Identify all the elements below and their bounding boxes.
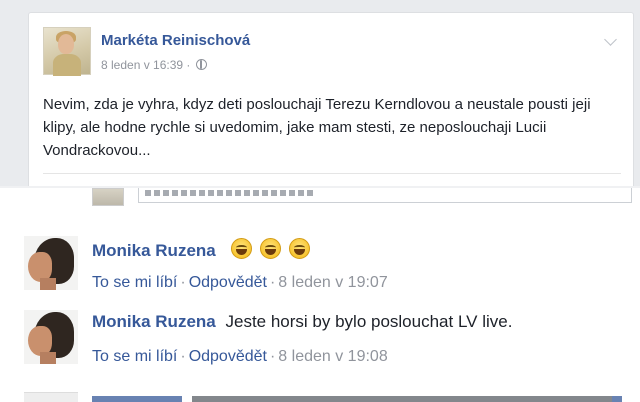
post-text: Nevim, zda je vyhra, kdyz deti posloucha… — [43, 96, 591, 159]
comment-author-name[interactable]: Monika Ruzena — [92, 312, 216, 331]
like-link[interactable]: To se mi líbí — [92, 348, 177, 365]
post-divider — [43, 173, 621, 174]
action-separator: · — [269, 348, 276, 365]
post-screenshot: Markéta Reinischová 8 leden v 16:39 · Ne… — [0, 0, 640, 186]
comment-body: Monika Ruzena — [92, 238, 313, 264]
like-link[interactable]: To se mi líbí — [92, 274, 177, 291]
avatar-neck — [40, 352, 56, 364]
comment-body: Monika Ruzena Jeste horsi by bylo poslou… — [92, 312, 512, 332]
action-separator: · — [180, 348, 186, 365]
avatar-face — [58, 34, 74, 54]
comment-author-name[interactable]: Monika Ruzena — [92, 241, 216, 260]
comment-actions: To se mi líbí · Odpovědět · 8 leden v 19:08 — [92, 348, 388, 366]
globe-icon[interactable] — [195, 59, 207, 70]
comment-actions: To se mi líbí · Odpovědět · 8 leden v 19:07 — [92, 274, 388, 292]
comment-text: Jeste horsi by bylo poslouchat LV live. — [225, 312, 513, 331]
comment: Monika Ruzena Jeste horsi by bylo poslou… — [22, 310, 622, 382]
post-card: Markéta Reinischová 8 leden v 16:39 · Ne… — [28, 12, 634, 186]
laughing-face-icon — [288, 238, 310, 259]
laughing-face-icon — [260, 238, 282, 259]
avatar-neck — [40, 278, 56, 290]
comment-author-avatar[interactable] — [24, 236, 78, 290]
reply-link[interactable]: Odpovědět — [189, 274, 267, 291]
comment-input[interactable] — [138, 188, 632, 203]
post-author-name[interactable]: Markéta Reinischová — [101, 32, 250, 49]
comment: Monika Ruzena To se mi líbí · Odpovědět · 8 … — [22, 236, 622, 308]
comments-screenshot: Monika Ruzena To se mi líbí · Odpovědět · 8 … — [0, 188, 640, 402]
next-comment-cropped — [22, 388, 640, 402]
write-comment-cropped — [92, 188, 632, 206]
post-timestamp[interactable]: 8 leden v 16:39 — [101, 58, 183, 72]
meta-separator: · — [186, 58, 194, 72]
viewer-avatar — [92, 188, 124, 206]
comment-input-placeholder — [145, 190, 315, 196]
cropped-avatar — [24, 392, 78, 402]
comment-timestamp[interactable]: 8 leden v 19:08 — [278, 348, 387, 365]
chevron-down-icon[interactable] — [604, 33, 617, 46]
action-separator: · — [269, 274, 276, 291]
comment-timestamp[interactable]: 8 leden v 19:07 — [278, 274, 387, 291]
laughing-face-icon — [231, 238, 253, 259]
reply-link[interactable]: Odpovědět — [189, 348, 267, 365]
post-author-avatar[interactable] — [43, 27, 91, 76]
action-separator: · — [180, 274, 186, 291]
post-meta: 8 leden v 16:39 · — [101, 58, 207, 72]
cropped-comment-text — [92, 396, 622, 402]
comment-emojis — [231, 238, 312, 264]
comment-author-avatar[interactable] — [24, 310, 78, 364]
avatar-body — [53, 54, 81, 76]
